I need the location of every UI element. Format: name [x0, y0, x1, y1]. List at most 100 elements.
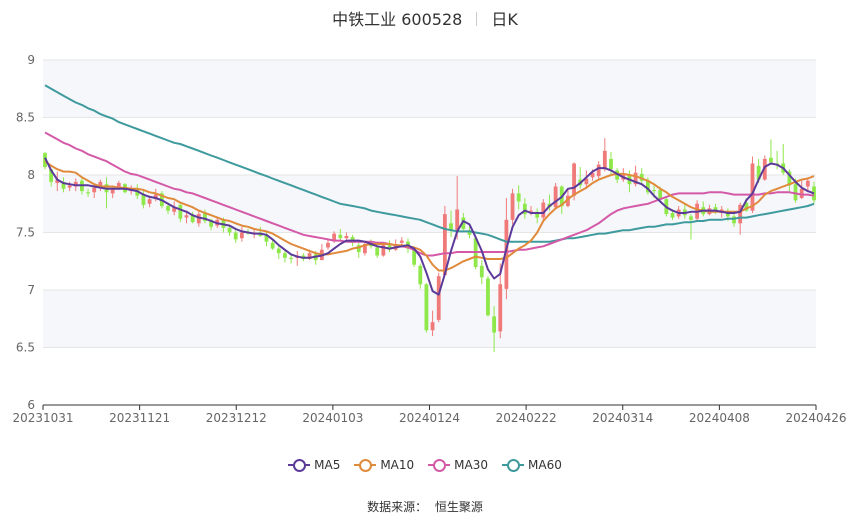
candle-body	[233, 232, 238, 240]
y-tick-label: 7.5	[16, 226, 35, 240]
legend-label: MA30	[454, 458, 489, 472]
x-tick-label: 20240426	[785, 411, 846, 425]
candle-body	[375, 247, 380, 256]
candle-body	[227, 227, 232, 233]
candle-body	[805, 180, 810, 187]
legend-item-ma10[interactable]: MA10	[354, 458, 414, 472]
legend-swatch-icon	[502, 459, 525, 472]
candle-body	[344, 235, 349, 239]
candle-body	[492, 316, 496, 333]
candle-body	[147, 199, 152, 204]
candle	[436, 272, 441, 323]
chart-stage: 中铁工业 600528 日K 9 8.5 8 7.5 7 6.5 6 20231031 2023…	[0, 0, 850, 517]
candle	[387, 240, 392, 253]
candlestick-chart: 9 8.5 8 7.5 7 6.5 6 20231031 20231121 20231212 20…	[12, 53, 846, 425]
candle	[553, 183, 558, 210]
y-tick-label: 9	[27, 53, 35, 67]
source-value: 恒生聚源	[434, 500, 483, 514]
x-tick-label: 20231212	[206, 411, 267, 425]
legend-label: MA5	[314, 458, 341, 472]
source-label: 数据来源：	[367, 500, 428, 514]
candle-body	[430, 322, 435, 331]
candle	[479, 260, 484, 285]
candle-body	[609, 158, 613, 170]
x-tick-label: 20231121	[109, 411, 170, 425]
candle-body	[178, 204, 183, 219]
candle	[356, 242, 361, 258]
y-tick-label: 7	[27, 283, 35, 297]
candle-body	[479, 265, 484, 278]
y-axis: 9 8.5 8 7.5 7 6.5 6	[16, 53, 35, 412]
candle-body	[689, 216, 693, 220]
candle-body	[602, 150, 607, 170]
candle-body	[166, 206, 170, 211]
x-tick-label: 20240103	[302, 411, 363, 425]
legend: MA5 MA10 MA30 MA60	[0, 458, 850, 472]
candle-body	[670, 212, 675, 218]
legend-label: MA10	[380, 458, 415, 472]
candle-body	[436, 276, 441, 320]
candle	[375, 246, 380, 258]
y-tick-label: 6.5	[16, 341, 35, 355]
candle-body	[498, 284, 503, 332]
y-tick-label: 6	[27, 398, 35, 412]
legend-swatch-icon	[288, 459, 311, 472]
candle-body	[276, 248, 281, 254]
legend-item-ma60[interactable]: MA60	[502, 458, 562, 472]
candle	[283, 250, 287, 263]
candle-body	[769, 157, 773, 163]
candle-body	[326, 242, 330, 248]
y-tick-label: 8.5	[16, 111, 35, 125]
x-tick-label: 20240222	[496, 411, 557, 425]
candle-body	[596, 164, 601, 177]
x-tick-label: 20231031	[12, 411, 73, 425]
candle-body	[486, 278, 490, 316]
candle-body	[270, 242, 275, 249]
x-tick-label: 20240124	[399, 411, 460, 425]
legend-label: MA60	[528, 458, 562, 472]
candle-body	[553, 186, 558, 208]
candle	[424, 283, 429, 333]
x-tick-label: 20240408	[689, 411, 750, 425]
candle-body	[516, 193, 521, 202]
candle	[609, 152, 613, 177]
candle	[486, 276, 490, 317]
candle	[363, 241, 367, 256]
candle-body	[424, 284, 429, 331]
candle-body	[418, 265, 423, 285]
candle	[418, 263, 423, 289]
candle	[602, 138, 607, 172]
plot-band	[43, 60, 816, 118]
legend-item-ma5[interactable]: MA5	[288, 458, 340, 472]
y-tick-label: 8	[27, 168, 35, 182]
candle	[510, 188, 515, 225]
candle-body	[732, 216, 736, 224]
candle-body	[572, 163, 576, 196]
candle-body	[283, 253, 287, 258]
candle	[344, 232, 349, 240]
candle-body	[652, 189, 656, 192]
data-source: 数据来源： 恒生聚源	[0, 498, 850, 515]
candle-body	[289, 257, 293, 259]
plot-bands	[43, 60, 816, 348]
candle	[326, 239, 330, 250]
candle-body	[750, 163, 755, 211]
candle-body	[86, 192, 90, 194]
candle-body	[92, 187, 97, 193]
candle-body	[239, 232, 244, 239]
legend-swatch-icon	[354, 459, 377, 472]
legend-swatch-circle-icon	[507, 459, 521, 472]
candle-body	[184, 215, 189, 218]
plot-band	[43, 290, 816, 348]
legend-swatch-circle-icon	[293, 459, 307, 472]
candle	[769, 139, 773, 165]
candle-body	[338, 234, 343, 239]
candle-body	[455, 209, 460, 231]
x-tick-label: 20240314	[592, 411, 653, 425]
legend-item-ma30[interactable]: MA30	[428, 458, 488, 472]
legend-swatch-circle-icon	[433, 459, 447, 472]
legend-swatch-icon	[428, 459, 451, 472]
candle-body	[67, 185, 72, 188]
candle-body	[399, 240, 404, 243]
candle	[295, 250, 300, 266]
